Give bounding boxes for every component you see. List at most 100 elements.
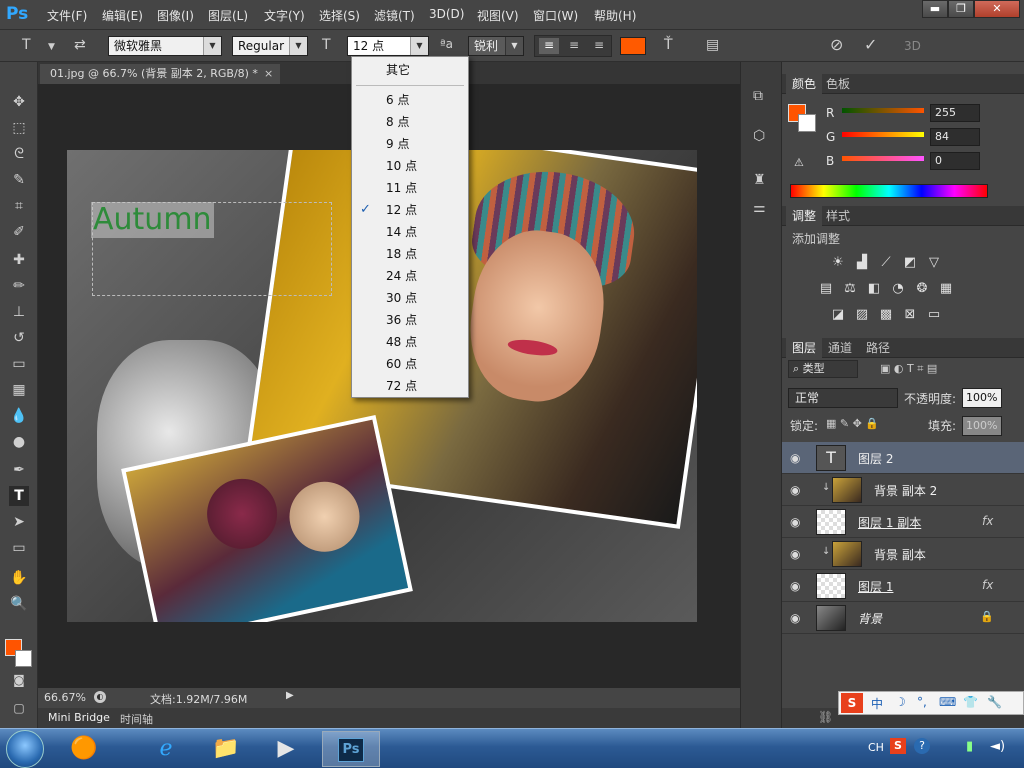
layer-row[interactable]: ◉ T 图层 2 <box>782 442 1024 474</box>
gradient-map-icon[interactable]: ▭ <box>926 308 942 322</box>
brush-tool-icon[interactable]: ✏ <box>9 276 29 296</box>
curves-icon[interactable]: ⟋ <box>878 256 894 270</box>
layer-row[interactable]: ◉ 图层 1 副本 fx <box>782 506 1024 538</box>
font-size-option[interactable]: ✓ 12 点 <box>352 199 468 221</box>
healing-brush-tool-icon[interactable]: ✚ <box>9 250 29 270</box>
tool-presets-icon[interactable]: ♜ <box>753 172 766 188</box>
font-style-select[interactable]: Regular ▼ <box>232 36 308 56</box>
menu-type[interactable]: 文字(Y) <box>264 7 305 24</box>
gradient-tool-icon[interactable]: ▦ <box>9 380 29 400</box>
tab-swatches[interactable]: 色板 <box>820 74 856 94</box>
color-spectrum-ramp[interactable] <box>790 184 988 198</box>
layer-row[interactable]: ◉ ↓ 背景 副本 <box>782 538 1024 570</box>
font-size-option[interactable]: 24 点 <box>352 265 468 287</box>
filter-icons[interactable]: ▣ ◐ T ⌗ ▤ <box>880 362 937 376</box>
font-size-option[interactable]: 72 点 <box>352 375 468 397</box>
menu-view[interactable]: 视图(V) <box>477 7 519 24</box>
marquee-tool-icon[interactable]: ⬚ <box>9 118 29 138</box>
tab-styles[interactable]: 样式 <box>820 206 856 226</box>
status-menu-icon[interactable]: ◐ <box>94 691 106 703</box>
tab-layers[interactable]: 图层 <box>786 338 823 358</box>
move-tool-icon[interactable]: ✥ <box>9 92 29 112</box>
tab-color[interactable]: 颜色 <box>786 74 823 94</box>
font-size-option[interactable]: 36 点 <box>352 309 468 331</box>
eyedropper-tool-icon[interactable]: ✐ <box>9 222 29 242</box>
layer-filter-select[interactable]: ⌕ 类型 <box>788 360 858 378</box>
taskbar-app-icon[interactable]: 🟠 <box>58 731 110 767</box>
3d-button[interactable]: 3D <box>904 39 921 53</box>
eye-icon[interactable]: ◉ <box>790 515 800 529</box>
selective-color-icon[interactable]: ⊠ <box>902 308 918 322</box>
screen-mode-icon[interactable]: ▢ <box>9 698 29 718</box>
fx-icon[interactable]: fx <box>982 578 993 592</box>
hand-tool-icon[interactable]: ✋ <box>9 568 29 588</box>
gamut-warning-icon[interactable]: ⚠ <box>794 156 804 169</box>
menu-layer[interactable]: 图层(L) <box>208 7 248 24</box>
red-value[interactable]: 255 <box>930 104 980 122</box>
font-size-option[interactable]: 9 点 <box>352 133 468 155</box>
minimize-button[interactable]: ▬ <box>922 0 948 18</box>
history-panel-icon[interactable]: ⧉ <box>753 88 763 104</box>
warp-text-icon[interactable]: Ť <box>664 37 673 53</box>
font-size-option[interactable]: 60 点 <box>352 353 468 375</box>
tab-channels[interactable]: 通道 <box>822 338 858 358</box>
lock-icons[interactable]: ▦ ✎ ✥ 🔒 <box>826 417 879 430</box>
ime-tools-icon[interactable]: 🔧 <box>987 695 1002 709</box>
tab-timeline[interactable]: 时间轴 <box>120 711 153 727</box>
menu-file[interactable]: 文件(F) <box>47 7 87 24</box>
red-slider[interactable] <box>842 108 924 113</box>
fill-input[interactable]: 100% <box>962 416 1002 436</box>
file-explorer-icon[interactable]: 📁 <box>200 731 252 767</box>
font-size-option[interactable]: 18 点 <box>352 243 468 265</box>
path-selection-tool-icon[interactable]: ➤ <box>9 512 29 532</box>
font-size-option[interactable]: 14 点 <box>352 221 468 243</box>
chevron-down-icon[interactable]: ▼ <box>48 42 55 52</box>
eye-icon[interactable]: ◉ <box>790 483 800 497</box>
help-icon[interactable]: ? <box>914 738 930 754</box>
color-balance-icon[interactable]: ⚖ <box>842 282 858 296</box>
exposure-icon[interactable]: ◩ <box>902 256 918 270</box>
blue-slider[interactable] <box>842 156 924 161</box>
font-size-option[interactable]: 10 点 <box>352 155 468 177</box>
type-tool-preset-icon[interactable]: T <box>22 37 31 53</box>
character-panel-icon[interactable]: ▤ <box>706 37 719 53</box>
internet-explorer-icon[interactable]: ℯ <box>140 731 192 767</box>
tab-paths[interactable]: 路径 <box>860 338 896 358</box>
eye-icon[interactable]: ◉ <box>790 547 800 561</box>
ime-keyboard-icon[interactable]: ⌨ <box>939 695 956 709</box>
media-player-icon[interactable]: ▶ <box>260 731 312 767</box>
menu-select[interactable]: 选择(S) <box>319 7 360 24</box>
brightness-contrast-icon[interactable]: ☀ <box>830 256 846 270</box>
history-brush-tool-icon[interactable]: ↺ <box>9 328 29 348</box>
blur-tool-icon[interactable]: 💧 <box>9 406 29 426</box>
font-size-option[interactable]: 30 点 <box>352 287 468 309</box>
dodge-tool-icon[interactable]: ● <box>9 432 29 452</box>
pen-tool-icon[interactable]: ✒ <box>9 460 29 480</box>
zoom-level[interactable]: 66.67% <box>44 691 86 704</box>
green-value[interactable]: 84 <box>930 128 980 146</box>
lasso-tool-icon[interactable]: ᘓ <box>9 144 29 164</box>
font-family-select[interactable]: 微软雅黑 ▼ <box>108 36 222 56</box>
chevron-right-icon[interactable]: ▶ <box>286 690 294 701</box>
ime-moon-icon[interactable]: ☽ <box>895 695 906 709</box>
commit-check-icon[interactable]: ✓ <box>864 35 877 54</box>
ime-mode-chinese[interactable]: 中 <box>871 695 883 712</box>
volume-icon[interactable]: ◄) <box>990 739 1005 754</box>
font-size-select[interactable]: 12 点 ▼ <box>347 36 429 56</box>
font-size-option[interactable]: 48 点 <box>352 331 468 353</box>
posterize-icon[interactable]: ▨ <box>854 308 870 322</box>
rectangle-tool-icon[interactable]: ▭ <box>9 538 29 558</box>
font-size-option-other[interactable]: 其它 <box>352 59 468 81</box>
eye-icon[interactable]: ◉ <box>790 611 800 625</box>
background-color-swatch[interactable] <box>15 650 32 667</box>
align-left-icon[interactable]: ≡ <box>539 38 559 54</box>
text-orientation-icon[interactable]: ⇄ <box>74 37 86 53</box>
align-right-icon[interactable]: ≡ <box>589 38 609 54</box>
fx-icon[interactable]: fx <box>982 514 993 528</box>
font-size-option[interactable]: 6 点 <box>352 89 468 111</box>
font-size-option[interactable]: 11 点 <box>352 177 468 199</box>
blend-mode-select[interactable]: 正常 <box>788 388 898 408</box>
ime-punct-icon[interactable]: °, <box>917 695 927 709</box>
antialias-select[interactable]: 锐利 ▼ <box>468 36 524 56</box>
quick-mask-icon[interactable]: ◙ <box>9 670 29 690</box>
